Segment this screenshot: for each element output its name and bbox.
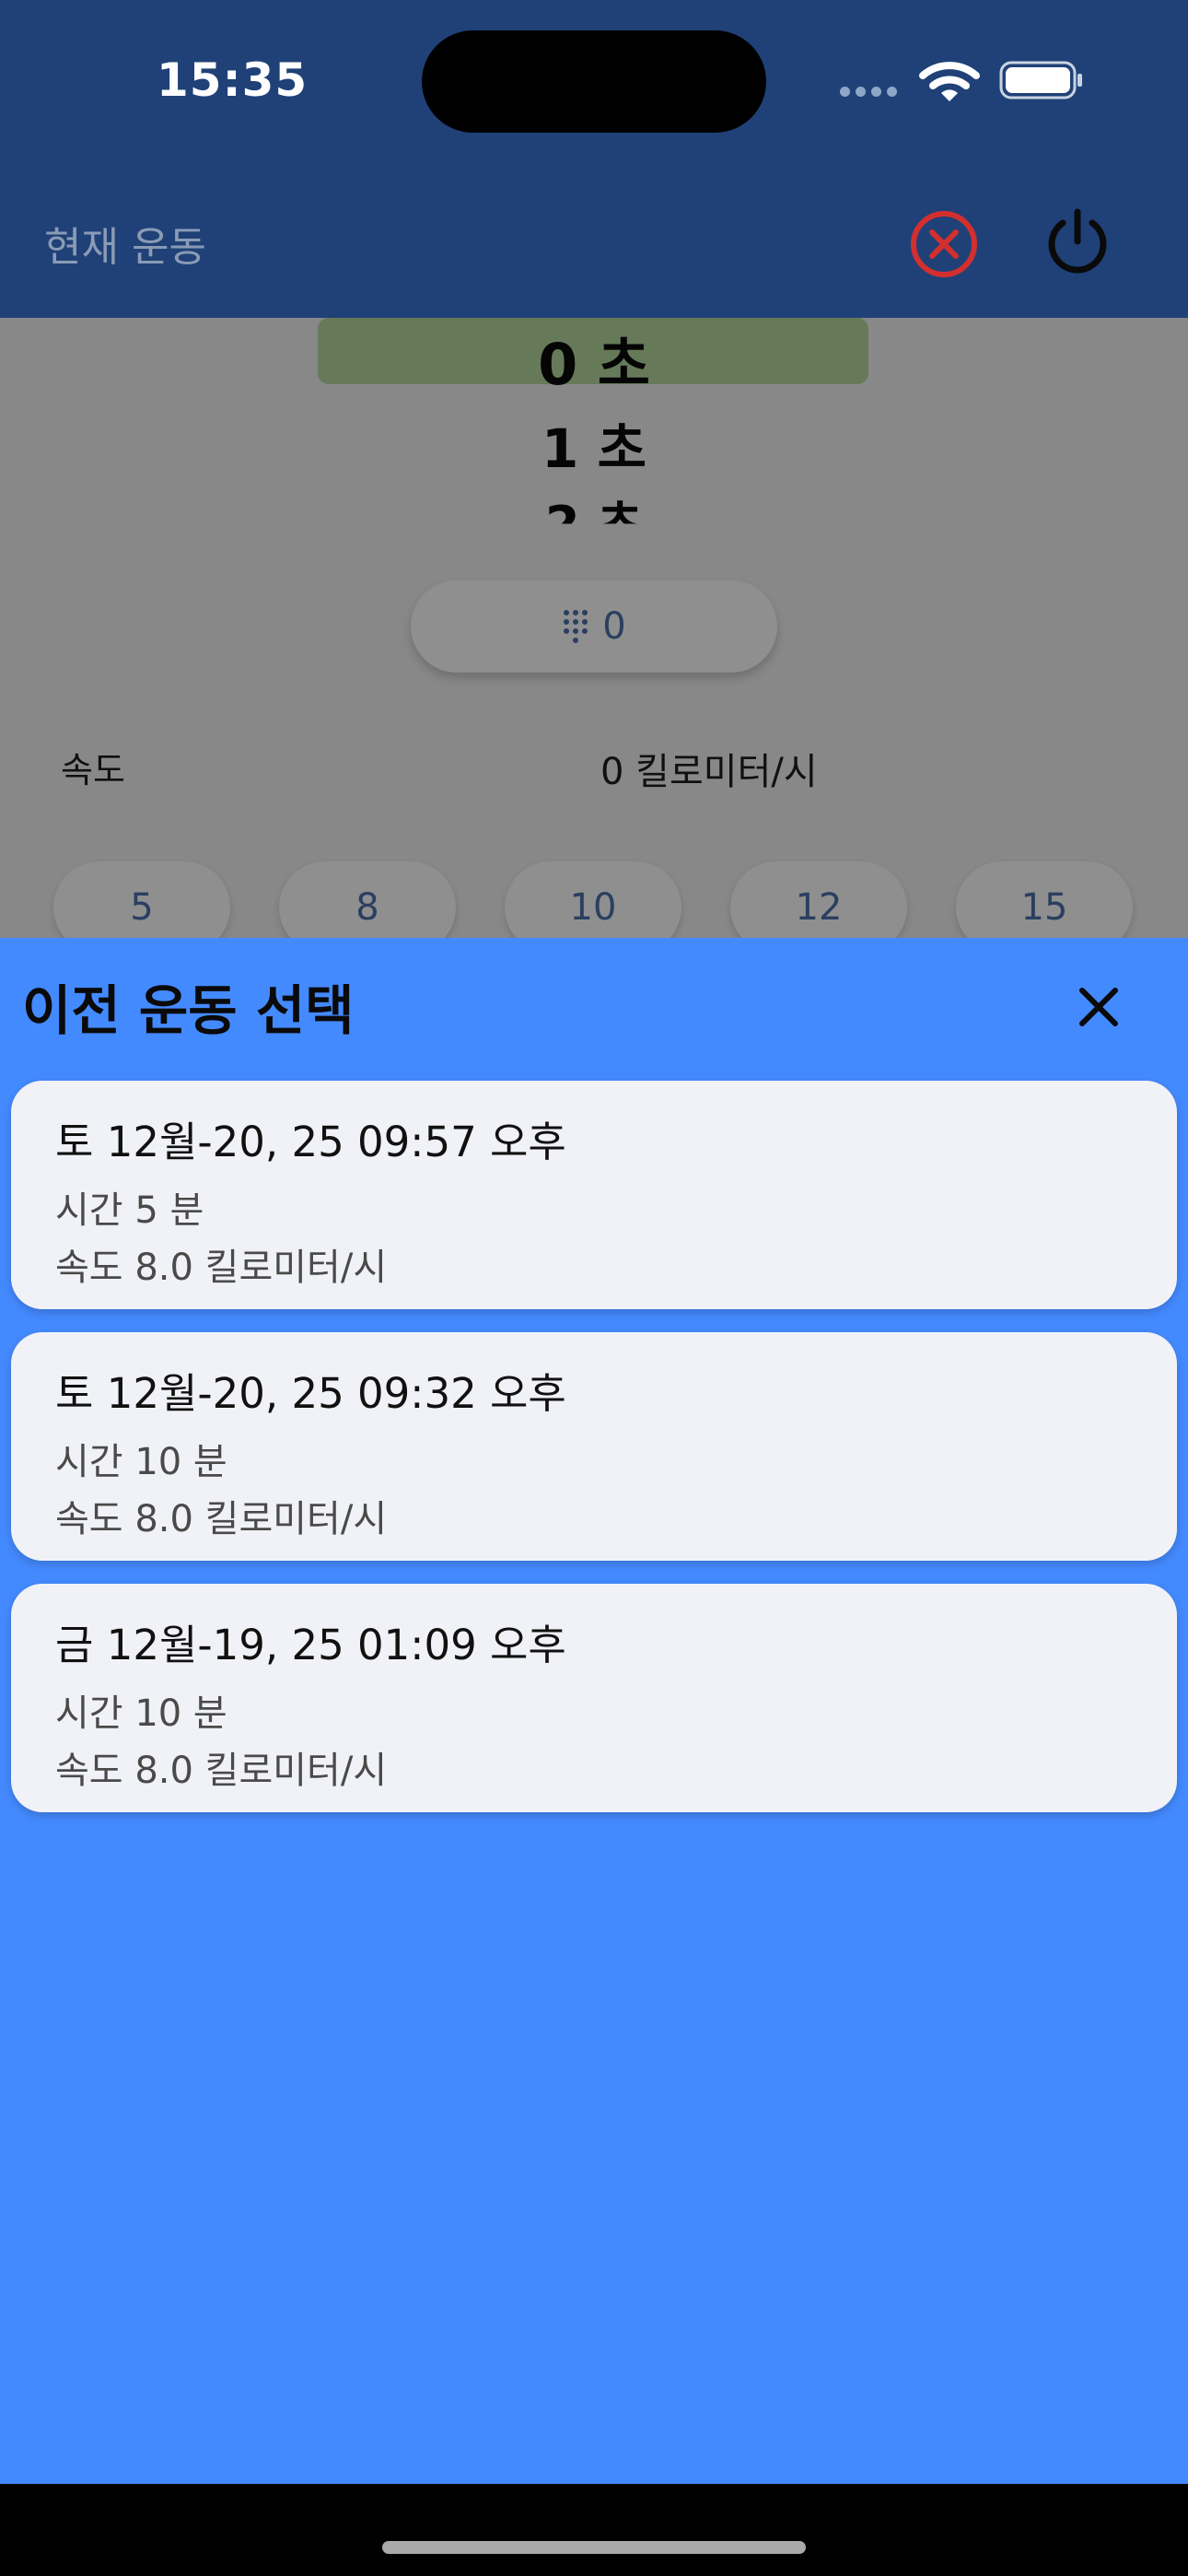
speed-chip-12[interactable]: 12: [730, 861, 907, 938]
workout-background: 0 초 1 초 2 초 0 속도 0 킬로미터/시 5 8 10 12 15: [0, 318, 1188, 938]
workout-speed: 속도 8.0 킬로미터/시: [55, 1750, 388, 1792]
sheet-title: 이전 운동 선택: [22, 979, 355, 1042]
speed-chip-10[interactable]: 10: [505, 861, 681, 938]
speed-label: 속도: [61, 750, 125, 790]
status-time: 15:35: [157, 53, 309, 107]
wifi-icon: [919, 62, 980, 101]
workout-card[interactable]: 토 12월-20, 25 09:32 오후 시간 10 분 속도 8.0 킬로미…: [11, 1332, 1177, 1561]
power-icon: [1048, 208, 1107, 274]
battery-icon: [999, 61, 1082, 100]
close-button[interactable]: [1073, 981, 1124, 1033]
workout-duration: 시간 10 분: [55, 1692, 227, 1735]
workout-duration: 시간 5 분: [55, 1189, 204, 1232]
grid-dots-icon: [564, 610, 588, 643]
picker-item[interactable]: 0 초: [0, 318, 1188, 401]
speed-chip-15[interactable]: 15: [956, 861, 1133, 938]
counter-value: 0: [602, 605, 626, 648]
workout-date: 금 12월-19, 25 01:09 오후: [55, 1621, 566, 1669]
workout-date: 토 12월-20, 25 09:57 오후: [55, 1118, 566, 1166]
workout-speed: 속도 8.0 킬로미터/시: [55, 1498, 388, 1540]
page-title: 현재 운동: [44, 224, 206, 271]
speed-value: 0 킬로미터/시: [600, 751, 818, 793]
home-indicator[interactable]: [382, 2541, 806, 2554]
workout-duration: 시간 10 분: [55, 1441, 227, 1483]
circle-x-icon: [911, 211, 977, 277]
speed-chip-5[interactable]: 5: [53, 861, 230, 938]
dynamic-island: [422, 30, 766, 133]
workout-card[interactable]: 토 12월-20, 25 09:57 오후 시간 5 분 속도 8.0 킬로미터…: [11, 1081, 1177, 1309]
picker-item[interactable]: 1 초: [0, 405, 1188, 483]
power-button[interactable]: [1041, 205, 1114, 278]
counter-button[interactable]: 0: [411, 580, 777, 673]
workout-card[interactable]: 금 12월-19, 25 01:09 오후 시간 10 분 속도 8.0 킬로미…: [11, 1584, 1177, 1812]
close-icon: [1079, 988, 1118, 1026]
workout-speed: 속도 8.0 킬로미터/시: [55, 1247, 388, 1289]
home-indicator-area: [0, 2484, 1188, 2576]
speed-chip-8[interactable]: 8: [279, 861, 456, 938]
cellular-signal-icon: [840, 87, 897, 97]
workout-date: 토 12월-20, 25 09:32 오후: [55, 1369, 566, 1418]
picker-item[interactable]: 2 초: [0, 484, 1188, 523]
cancel-workout-button[interactable]: [907, 207, 981, 281]
